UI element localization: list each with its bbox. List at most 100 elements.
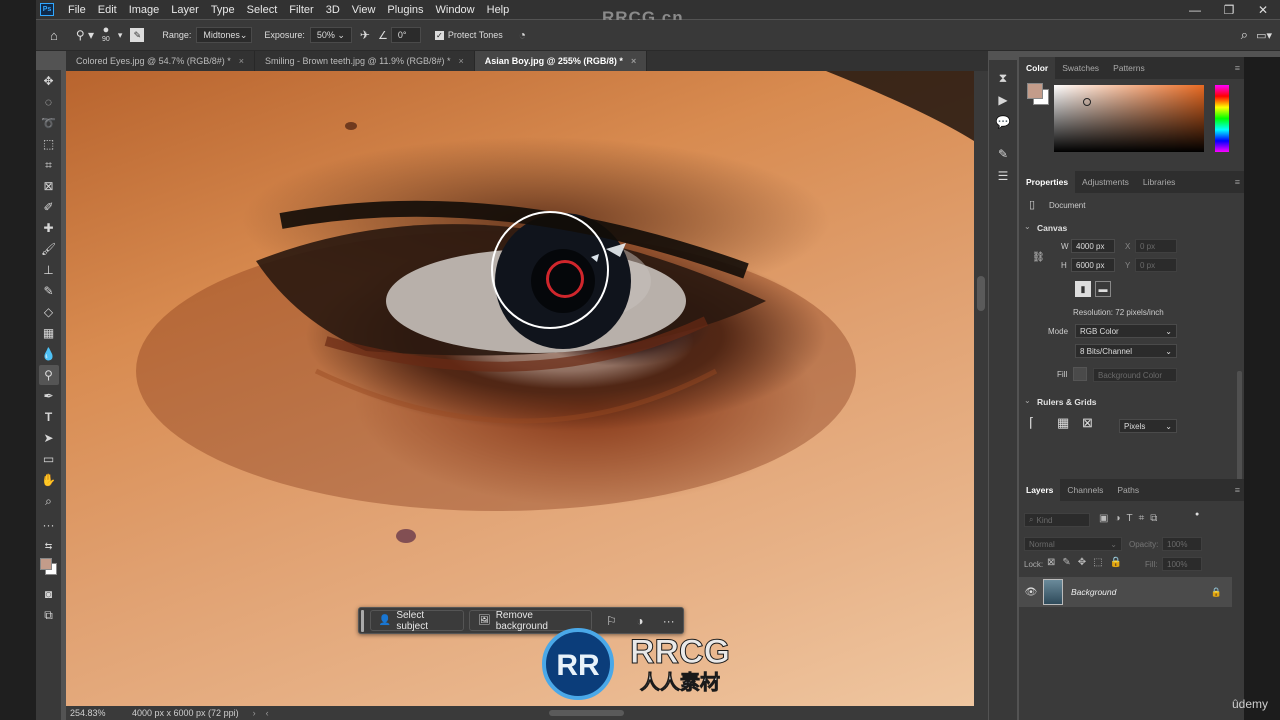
width-input[interactable]: 4000 px [1071,239,1115,253]
menu-edit[interactable]: Edit [92,4,123,16]
tab-patterns[interactable]: Patterns [1106,57,1152,79]
layer-filter-kind[interactable]: ⌕ Kind [1024,513,1090,527]
picker-marker[interactable] [1083,98,1091,106]
eraser-tool-icon[interactable]: ◇ [39,302,59,322]
tab-paths[interactable]: Paths [1110,479,1146,501]
swap-colors-icon[interactable]: ⇆ [39,536,59,556]
flag-icon[interactable]: ⚐ [597,614,626,628]
bit-depth-dropdown[interactable]: 8 Bits/Channel ⌄ [1075,344,1177,358]
clone-stamp-tool-icon[interactable]: ⊥ [39,260,59,280]
menu-type[interactable]: Type [205,4,241,16]
airbrush-icon[interactable]: ✈ [360,28,370,42]
pen-tool-icon[interactable]: ✒ [39,386,59,406]
close-icon[interactable]: × [239,56,244,66]
lasso-tool-icon[interactable]: ➰ [39,113,59,133]
marquee-tool-icon[interactable]: ◌ [39,92,59,112]
select-subject-button[interactable]: 👤 Select subject [369,610,464,632]
quick-mask-icon[interactable]: ◙ [39,584,59,604]
tab-asian-boy[interactable]: Asian Boy.jpg @ 255% (RGB/8) * × [474,51,648,71]
menu-filter[interactable]: Filter [283,4,319,16]
tab-libraries[interactable]: Libraries [1136,171,1183,193]
hue-slider[interactable] [1215,85,1229,152]
frame-tool-icon[interactable]: ⊠ [39,176,59,196]
path-selection-tool-icon[interactable]: ➤ [39,428,59,448]
actions-play-icon[interactable]: ▶ [993,90,1013,110]
close-window-button[interactable]: ✕ [1246,3,1280,17]
brush-size-picker[interactable]: ● 90 [102,25,110,44]
chevron-down-icon[interactable]: ▾ [118,30,123,41]
brush-settings-icon[interactable]: ✎ [130,28,145,42]
gradient-tool-icon[interactable]: ▦ [39,323,59,343]
close-icon[interactable]: × [459,56,464,66]
more-tools-icon[interactable]: ··· [39,515,59,535]
tab-color[interactable]: Color [1019,57,1056,79]
menu-file[interactable]: File [62,4,92,16]
zoom-tool-icon[interactable]: ⌕ [39,491,59,511]
tab-smiling[interactable]: Smiling - Brown teeth.jpg @ 11.9% (RGB/8… [254,51,475,71]
maximize-button[interactable]: ❐ [1212,3,1246,17]
menu-layer[interactable]: Layer [165,4,205,16]
collapse-chevron-icon[interactable]: ⌄ [1024,396,1031,405]
lock-options-icons[interactable]: ⊠✎✥⬚🔒 [1047,557,1129,568]
foreground-color-chip[interactable] [1027,83,1043,99]
layer-row-background[interactable]: 👁 Background 🔒 [1019,577,1232,607]
range-dropdown[interactable]: Midtones ⌄ [196,27,253,43]
eyedropper-tool-icon[interactable]: ✐ [39,197,59,217]
grid-icon[interactable]: ▦ [1057,415,1069,431]
dodge-tool-preset-icon[interactable]: ⚲ ▾ [76,28,94,42]
fill-swatch[interactable] [1073,367,1087,381]
search-icon[interactable]: ⌕ [1241,27,1248,43]
menu-plugins[interactable]: Plugins [381,4,429,16]
x-input[interactable]: 0 px [1135,239,1177,253]
menu-window[interactable]: Window [430,4,481,16]
home-icon[interactable]: ⌂ [50,28,58,43]
filter-toggle-icon[interactable]: ● [1195,511,1199,518]
y-input[interactable]: 0 px [1135,258,1177,272]
pressure-size-icon[interactable]: ◔ [519,28,526,42]
guides-icon[interactable]: ⊠ [1082,415,1093,431]
drag-handle[interactable] [361,609,364,632]
angle-field[interactable]: 0° [390,27,421,43]
blur-tool-icon[interactable]: 💧 [39,344,59,364]
tab-swatches[interactable]: Swatches [1055,57,1106,79]
zoom-level[interactable]: 254.83% [70,708,126,718]
minimize-button[interactable]: — [1178,3,1212,17]
panel-menu-icon[interactable]: ≡ [1235,63,1240,73]
status-arrow-icon[interactable]: › [253,708,256,718]
brush-tool-icon[interactable]: 🖌 [39,239,59,259]
mode-dropdown[interactable]: RGB Color ⌄ [1075,324,1177,338]
panel-menu-icon[interactable]: ≡ [1235,177,1240,187]
color-swatches[interactable] [38,556,60,578]
exposure-field[interactable]: 50% ⌄ [309,27,352,43]
fill-input[interactable]: 100% [1162,557,1202,571]
rectangle-tool-icon[interactable]: ▭ [39,449,59,469]
canvas-vertical-scrollbar[interactable] [974,71,988,706]
tab-colored-eyes[interactable]: Colored Eyes.jpg @ 54.7% (RGB/8#) * × [66,51,255,71]
history-icon[interactable]: ⧗ [993,68,1013,88]
portrait-orientation-icon[interactable]: ▮ [1075,281,1091,297]
eye-visibility-icon[interactable]: 👁 [1019,587,1043,598]
blend-mode-dropdown[interactable]: Normal ⌄ [1024,537,1122,551]
opacity-input[interactable]: 100% [1162,537,1202,551]
type-tool-icon[interactable]: T [39,407,59,427]
color-picker-field[interactable] [1054,85,1204,152]
tab-channels[interactable]: Channels [1060,479,1110,501]
comments-icon[interactable]: 💬 [993,112,1013,132]
menu-image[interactable]: Image [123,4,166,16]
collapse-chevron-icon[interactable]: ⌄ [1024,222,1031,231]
fill-dropdown[interactable]: Background Color [1093,368,1177,382]
properties-scrollbar[interactable] [1237,371,1242,491]
workspace-icon[interactable]: ▭▾ [1256,29,1272,42]
screen-mode-icon[interactable]: ⧉ [39,605,59,625]
menu-3d[interactable]: 3D [320,4,346,16]
link-dimensions-icon[interactable]: ⛓ [1032,252,1045,263]
hscroll-left-icon[interactable]: ‹ [266,708,269,718]
scrollbar-thumb[interactable] [977,276,985,311]
tab-layers[interactable]: Layers [1019,479,1061,501]
scrollbar-thumb[interactable] [548,710,624,716]
close-icon[interactable]: × [631,56,636,66]
adjust-icon[interactable]: ◑ [626,614,655,628]
menu-help[interactable]: Help [481,4,516,16]
crop-tool-icon[interactable]: ⌗ [39,155,59,175]
adjustments-sliders-icon[interactable]: ☰ [993,166,1013,186]
